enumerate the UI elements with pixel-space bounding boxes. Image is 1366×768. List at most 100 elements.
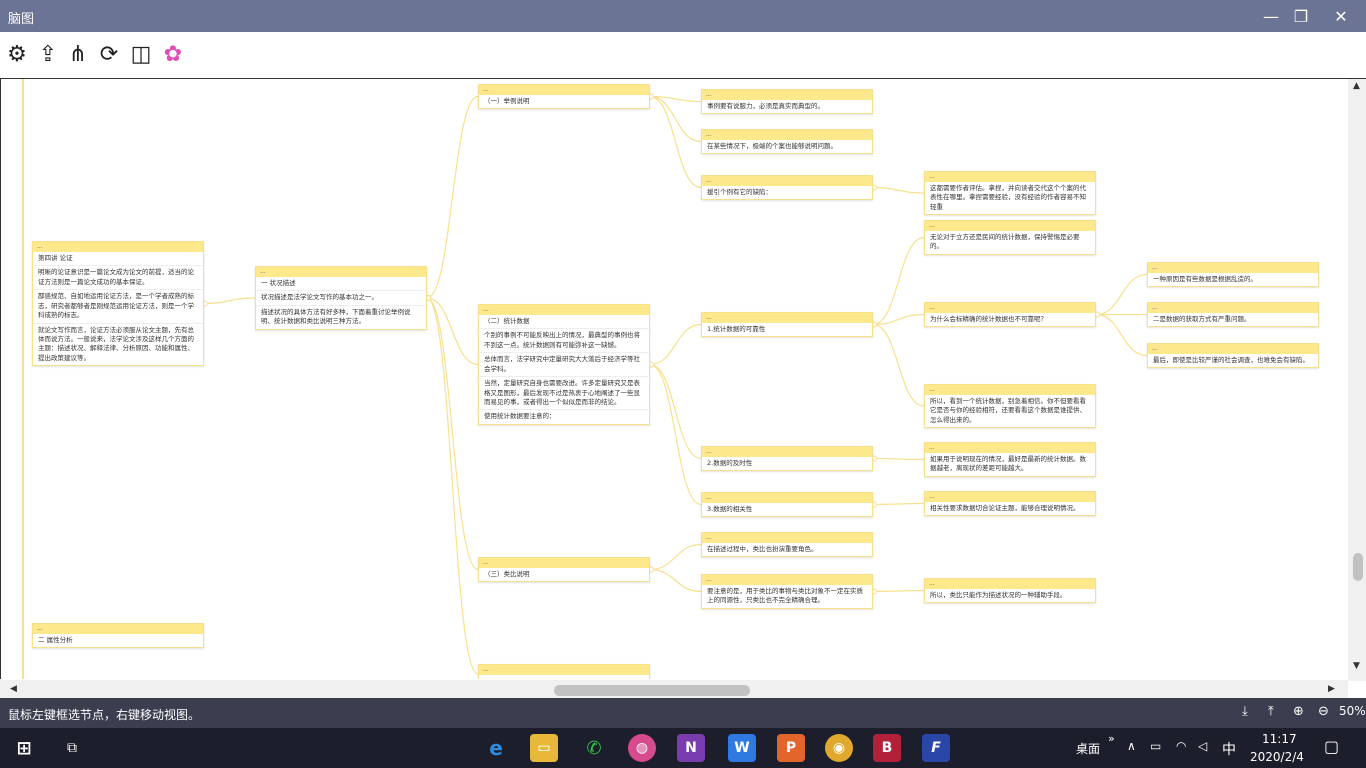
export-icon[interactable]: ⇪ <box>34 40 62 68</box>
node-header: ... <box>33 242 203 252</box>
node-text: 一种原因是有些数据是根据乱造的。 <box>1153 275 1257 283</box>
scroll-left-icon[interactable]: ◀ <box>10 684 17 694</box>
mindmap-node-b1b1[interactable]: ... 一种原因是有些数据是根据乱造的。 <box>1147 262 1319 288</box>
clock-date[interactable]: 2020/2/4 <box>1250 750 1304 764</box>
task-view-icon[interactable]: ⧉ <box>58 734 86 762</box>
align-bottom-icon[interactable]: ⤓ <box>1242 704 1248 719</box>
mindmap-node-b1b[interactable]: ... 为什么会标精确的统计数据也不可靠呢？ <box>924 302 1096 328</box>
desktop-label[interactable]: 桌面 <box>1076 740 1100 757</box>
structure-icon[interactable]: ⋔ <box>64 40 92 68</box>
wechat-icon[interactable]: ✆ <box>580 734 608 762</box>
tray-chevron-icon[interactable]: ∧ <box>1127 739 1136 753</box>
mindmap-node-a3[interactable]: ... 援引个例有它的缺陷： <box>701 175 873 201</box>
node-text: 总体而言，法学研究中定量研究大大落后于经济学等社会学科。 <box>479 353 649 378</box>
link-b1b-b1b3 <box>1095 313 1148 357</box>
node-header: ... <box>702 493 872 503</box>
vertical-scroll-thumb[interactable] <box>1353 553 1363 581</box>
node-header: ... <box>479 305 649 315</box>
link-b3-b3a <box>872 502 925 506</box>
notification-icon[interactable]: ▢ <box>1324 737 1339 756</box>
mindmap-node-s2[interactable]: ... 二 属性分析 <box>32 623 204 649</box>
link-ch4-s1 <box>203 297 256 305</box>
horizontal-scrollbar[interactable]: ◀ ▶ <box>0 680 1348 699</box>
mindmap-node-b1[interactable]: ... 1.统计数据的可靠性 <box>701 312 873 338</box>
mindmap-node-d[interactable]: ... <box>478 664 650 679</box>
mindmap-node-s1[interactable]: ... 一 状况描述 状况描述是法学论文写作的基本功之一。 描述状况的具体方法有好多种… <box>255 266 427 330</box>
node-text: 在描述过程中，类比也扮演重要角色。 <box>707 545 818 553</box>
mindmap-node-b1b2[interactable]: ... 二是数据的获取方式有严重问题。 <box>1147 302 1319 328</box>
node-text: 相关性要求数据切合论证主题，能够合理说明情况。 <box>930 504 1080 512</box>
node-text: 2.数据的及时性 <box>707 459 753 467</box>
mindmap-node-c1[interactable]: ... 在描述过程中，类比也扮演重要角色。 <box>701 532 873 558</box>
node-text: 就论文写作而言，论证方法必须服从论文主题，先有总体而说方法。一般说来，法学论文涉… <box>38 325 194 362</box>
mindmap-node-b1c[interactable]: ... 所以，看到一个统计数据，别急着相信。你不但要看看它是否与你的经验相符，还要… <box>924 384 1096 429</box>
mindmap-node-b[interactable]: ... （二）统计数据 个别的事例不可能反映出上的情况，最典型的事例也将不到这一点。… <box>478 304 650 425</box>
mindmap-canvas[interactable]: ... 第四讲 论证 明晰的论证意识是一篇论文成为论文的前提，适当的论证方法则是一篇… <box>0 78 1366 699</box>
align-top-icon[interactable]: ⤒ <box>1268 704 1274 719</box>
zoom-out-icon[interactable]: ⊖ <box>1318 704 1329 719</box>
mindmap-stage[interactable]: ... 第四讲 论证 明晰的论证意识是一篇论文成为论文的前提，适当的论证方法则是一篇… <box>0 79 1348 679</box>
windows-start-icon[interactable]: ⊞ <box>10 734 38 762</box>
scroll-right-icon[interactable]: ▶ <box>1328 684 1335 694</box>
onenote-icon[interactable]: N <box>677 734 705 762</box>
link-c2-c2a <box>872 589 925 593</box>
mindmap-node-a[interactable]: ... （一）举例说明 <box>478 84 650 110</box>
zoom-in-icon[interactable]: ⊕ <box>1293 704 1304 719</box>
link-a-a3 <box>649 95 702 189</box>
mindmap-node-b1a[interactable]: ... 无论对于立方还是民间的统计数据，保持警惕是必要的。 <box>924 220 1096 255</box>
link-b1-b1a <box>872 236 925 326</box>
mindmap-node-c[interactable]: ... （三）类比说明 <box>478 557 650 583</box>
refresh-icon[interactable]: ⟳ <box>95 40 123 68</box>
mindmap-node-b1b3[interactable]: ... 最后，即使是比较严谨的社会调查，也难免会有缺陷。 <box>1147 343 1319 369</box>
node-text: 二 属性分析 <box>38 636 73 644</box>
node-text: （二）统计数据 <box>479 315 649 330</box>
close-icon[interactable]: ✕ <box>1322 0 1360 32</box>
zoom-level: 50% <box>1339 704 1366 718</box>
mindmap-node-a2[interactable]: ... 在某些情况下，极端的个案也能够说明问题。 <box>701 129 873 155</box>
node-header: ... <box>925 385 1095 395</box>
wps-writer-icon[interactable]: W <box>728 734 756 762</box>
link-b1b-b1b1 <box>1095 273 1148 316</box>
photos-app-icon[interactable]: ◍ <box>628 734 656 762</box>
mindmap-node-b2a[interactable]: ... 如果用于说明现在的情况，最好是最新的统计数据。数据越老，离现状的差距可能越… <box>924 442 1096 477</box>
battery-icon[interactable]: ▭ <box>1150 739 1161 753</box>
mindmap-node-b2[interactable]: ... 2.数据的及时性 <box>701 446 873 472</box>
edge-browser-icon[interactable]: e <box>482 734 510 762</box>
mindmap-node-c2[interactable]: ... 要注意的是，用于类比的事物与类比对象不一定在实质上的同源性，只类比也不完全… <box>701 574 873 609</box>
ime-indicator[interactable]: 中 <box>1222 739 1236 759</box>
node-header: ... <box>1148 303 1318 313</box>
link-s1-c <box>426 297 479 571</box>
volume-icon[interactable]: ◁ <box>1198 739 1207 753</box>
node-text: 所以，看到一个统计数据，别急着相信。你不但要看看它是否与你的经验相符，还要看看这… <box>930 397 1086 424</box>
color-palette-icon[interactable]: ✿ <box>159 40 187 68</box>
mindmap-node-a3x[interactable]: ... 这都需要作者评估。拿捏，并向读者交代这个个案的代表性在哪里。拿捏需要经验，… <box>924 171 1096 216</box>
clock-time[interactable]: 11:17 <box>1262 732 1297 746</box>
status-message: 鼠标左键框选节点，右键移动视图。 <box>8 708 201 722</box>
link-b1-b1b <box>872 313 925 326</box>
horizontal-scroll-thumb[interactable] <box>554 685 750 696</box>
node-text: 3.数据的相关性 <box>707 505 753 513</box>
settings-icon[interactable]: ⚙ <box>3 40 31 68</box>
toolbar-overflow-icon[interactable]: » <box>1108 732 1115 745</box>
mindmap-node-ch4[interactable]: ... 第四讲 论证 明晰的论证意识是一篇论文成为论文的前提，适当的论证方法则是一篇… <box>32 241 204 367</box>
file-explorer-icon[interactable]: ▭ <box>530 734 558 762</box>
link-b-b3 <box>649 363 702 506</box>
node-header: ... <box>1148 344 1318 354</box>
layout-icon[interactable]: ◫ <box>127 40 155 68</box>
chrome-icon[interactable]: ◉ <box>825 734 853 762</box>
node-text: 最后，即使是比较严谨的社会调查，也难免会有缺陷。 <box>1153 356 1309 364</box>
mindmap-app-icon[interactable]: B <box>873 734 901 762</box>
node-text: 使用统计数据要注意的： <box>484 412 556 421</box>
scroll-down-icon[interactable]: ▼ <box>1353 661 1360 671</box>
mindmap-node-b3a[interactable]: ... 相关性要求数据切合论证主题，能够合理说明情况。 <box>924 491 1096 517</box>
mindmap-node-b3[interactable]: ... 3.数据的相关性 <box>701 492 873 518</box>
wifi-icon[interactable]: ◠ <box>1176 739 1186 753</box>
maximize-icon[interactable]: ❐ <box>1282 0 1320 32</box>
mindmap-node-c2a[interactable]: ... 所以，类比只能作为描述状况的一种辅助手段。 <box>924 578 1096 604</box>
foxit-reader-icon[interactable]: F <box>922 734 950 762</box>
scroll-up-icon[interactable]: ▲ <box>1353 81 1360 91</box>
wps-presentation-icon[interactable]: P <box>777 734 805 762</box>
mindmap-node-a1[interactable]: ... 事例要有说服力，必须是真实而典型的。 <box>701 89 873 115</box>
node-text: 二是数据的获取方式有严重问题。 <box>1153 315 1251 323</box>
vertical-scrollbar[interactable]: ▲ ▼ <box>1348 79 1366 681</box>
